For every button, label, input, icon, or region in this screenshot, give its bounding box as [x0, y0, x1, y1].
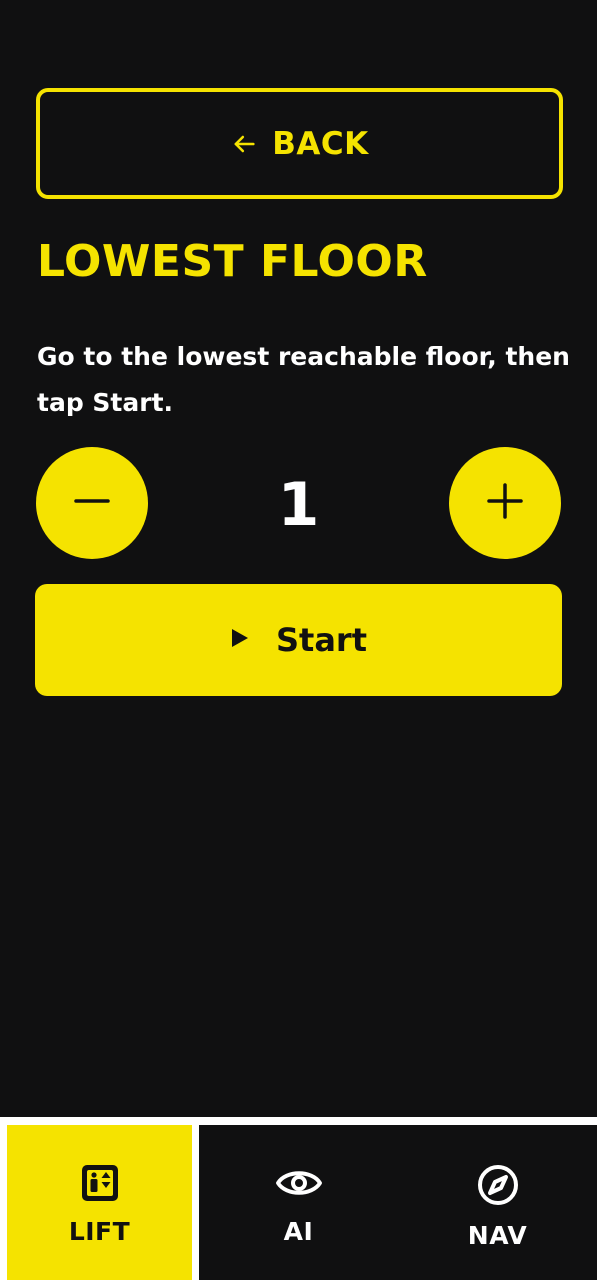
minus-icon	[72, 481, 112, 525]
back-button-label: BACK	[272, 125, 369, 162]
decrement-floor-button[interactable]	[36, 447, 148, 559]
increment-floor-button[interactable]	[449, 447, 561, 559]
tab-lift-label: LIFT	[68, 1217, 131, 1246]
instructions-text: Go to the lowest reachable floor, then t…	[37, 342, 570, 417]
eye-icon	[275, 1163, 323, 1203]
start-button-label: Start	[275, 621, 367, 659]
play-icon	[230, 627, 250, 653]
back-button[interactable]: BACK	[36, 88, 563, 199]
tab-nav[interactable]: NAV	[398, 1125, 597, 1280]
plus-icon	[485, 481, 525, 525]
arrow-left-icon	[230, 130, 258, 158]
start-button[interactable]: Start	[35, 584, 562, 696]
tab-nav-label: NAV	[467, 1221, 528, 1250]
tab-ai-label: AI	[283, 1217, 314, 1246]
compass-icon	[476, 1163, 520, 1207]
tab-ai[interactable]: AI	[199, 1125, 398, 1280]
tab-lift[interactable]: LIFT	[7, 1125, 192, 1280]
page-title: LOWEST FLOOR	[37, 236, 428, 287]
elevator-icon	[80, 1163, 120, 1203]
floor-value: 1	[277, 470, 320, 540]
bottom-tab-bar: LIFT AI NAV	[0, 1117, 597, 1280]
